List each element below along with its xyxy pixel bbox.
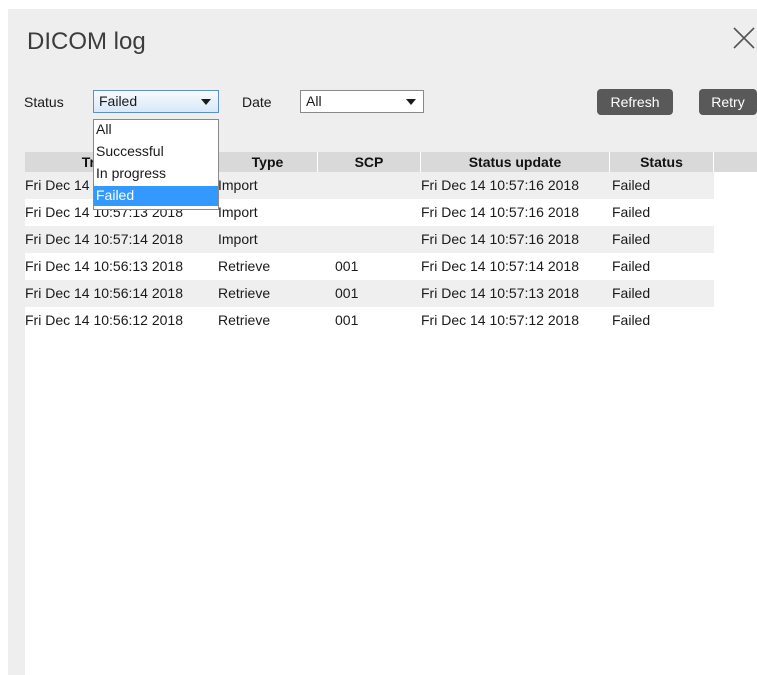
cell-status-update: Fri Dec 14 10:57:12 2018 [421,312,579,328]
cell-type: Import [218,177,258,193]
date-filter-label: Date [242,94,272,110]
status-option-all[interactable]: All [94,120,218,140]
cell-status: Failed [612,204,651,220]
cell-transaction: Fri Dec 14 10:57:14 2018 [25,231,183,247]
date-filter-select[interactable]: All [300,90,424,113]
dicom-log-dialog: DICOM log Status Failed Date All Refresh… [8,9,757,675]
close-icon[interactable] [731,25,757,51]
cell-status-update: Fri Dec 14 10:57:13 2018 [421,285,579,301]
column-header-type[interactable]: Type [218,152,318,172]
cell-scp: 001 [335,285,359,301]
cell-transaction: Fri Dec 14 10:56:12 2018 [25,312,183,328]
cell-status-update: Fri Dec 14 10:57:16 2018 [421,204,579,220]
date-filter-value: All [306,93,322,109]
cell-status: Failed [612,285,651,301]
status-dropdown-list: All Successful In progress Failed [93,119,219,210]
cell-status-update: Fri Dec 14 10:57:16 2018 [421,231,579,247]
refresh-button[interactable]: Refresh [597,89,673,115]
chevron-down-icon [406,99,416,105]
column-header-scp[interactable]: SCP [318,152,421,172]
status-option-failed[interactable]: Failed [94,186,218,206]
cell-status: Failed [612,231,651,247]
table-row[interactable]: Fri Dec 14 10:56:13 2018 Retrieve 001 Fri D… [25,253,714,280]
column-header-status[interactable]: Status [610,152,714,172]
status-filter-value: Failed [99,93,138,109]
cell-status-update: Fri Dec 14 10:57:16 2018 [421,177,579,193]
status-option-in-progress[interactable]: In progress [94,164,218,184]
cell-type: Import [218,231,258,247]
retry-button[interactable]: Retry [699,89,757,115]
cell-scp: 001 [335,258,359,274]
log-table: Transaction Type SCP Status update Statu… [25,152,757,675]
status-option-successful[interactable]: Successful [94,142,218,162]
chevron-down-icon [201,99,211,105]
column-header-status-update[interactable]: Status update [421,152,610,172]
cell-transaction: Fri Dec 14 10:56:14 2018 [25,285,183,301]
cell-type: Retrieve [218,258,271,274]
dialog-title: DICOM log [27,28,146,55]
cell-type: Retrieve [218,285,271,301]
cell-type: Import [218,204,258,220]
table-row[interactable]: Fri Dec 14 10:56:12 2018 Retrieve 001 Fri D… [25,307,714,334]
table-row[interactable]: Fri Dec 14 10:57:14 2018 Import Fri Dec 14… [25,226,714,253]
cell-status: Failed [612,312,651,328]
table-row[interactable]: Fri Dec 14 10:56:14 2018 Retrieve 001 Fri D… [25,280,714,307]
cell-transaction: Fri Dec 14 10:56:13 2018 [25,258,183,274]
status-filter-select[interactable]: Failed [93,90,219,113]
cell-scp: 001 [335,312,359,328]
cell-type: Retrieve [218,312,271,328]
status-filter-label: Status [24,94,64,110]
cell-status-update: Fri Dec 14 10:57:14 2018 [421,258,579,274]
cell-status: Failed [612,177,651,193]
cell-status: Failed [612,258,651,274]
